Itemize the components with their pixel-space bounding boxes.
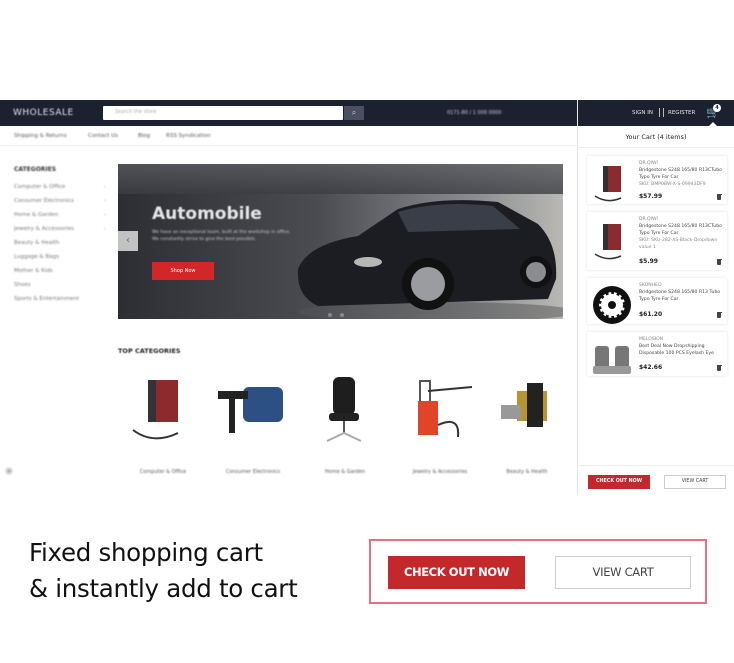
drill-image (218, 387, 283, 433)
site-logo[interactable]: WHOLESALE (13, 108, 74, 118)
trash-icon[interactable] (716, 258, 722, 265)
chevron-right-icon: › (103, 198, 106, 204)
category-item[interactable]: Beauty & Health (14, 240, 106, 254)
phone-number: 0171-80 / 1 000 0000 (447, 110, 502, 116)
checkout-now-button[interactable]: CHECK OUT NOW (388, 556, 525, 589)
promo-caption: Fixed shopping cart & instantly add to c… (29, 535, 298, 607)
cart-footer: CHECK OUT NOW VIEW CART (578, 465, 734, 495)
nav-item-shipping[interactable]: Shipping & Returns (14, 133, 67, 139)
store-screenshot: WHOLESALE Search the store ⌕ 0171-80 / 1… (0, 100, 734, 495)
nav-item-contact[interactable]: Contact Us (88, 133, 118, 139)
main-nav: Shipping & Returns Contact Us Blog RSS S… (0, 126, 577, 146)
slider-dot[interactable] (340, 313, 344, 317)
category-item[interactable]: Jewelry & Accessories › (14, 226, 106, 240)
top-category-item[interactable]: Home & Garden (300, 375, 390, 480)
product-thumbnail (594, 224, 622, 260)
cart-item[interactable]: DR.QIWI Bridgestone S248 165/80 R13CTubo… (587, 156, 727, 204)
shop-now-button[interactable]: Shop Now (152, 262, 214, 280)
pump-image (418, 380, 473, 438)
caption-line-2: & instantly add to cart (29, 574, 298, 603)
chevron-right-icon: › (103, 226, 106, 232)
search-icon: ⌕ (351, 108, 357, 117)
slider-dots (328, 302, 352, 319)
caption-line-1: Fixed shopping cart (29, 538, 263, 567)
search-button[interactable]: ⌕ (344, 106, 364, 120)
cart-item-price: $61.20 (639, 311, 663, 318)
category-item[interactable]: Shoes (14, 282, 106, 296)
welder-image (132, 380, 179, 440)
cart-item-price: $57.99 (639, 193, 663, 200)
product-thumbnail (593, 346, 631, 374)
chair-image (326, 377, 362, 442)
trash-icon[interactable] (716, 364, 722, 371)
slider-dot[interactable] (328, 313, 332, 317)
cart-panel: SIGN IN REGISTER 🛒 4 Your Cart (4 items)… (577, 100, 734, 495)
register-link[interactable]: REGISTER (668, 110, 695, 116)
chat-widget-icon[interactable] (4, 466, 14, 476)
top-category-item[interactable]: Jewelry & Accessories (395, 375, 485, 480)
category-item[interactable]: Mother & Kids (14, 268, 106, 282)
trash-icon[interactable] (716, 193, 722, 200)
cart-count-badge: 4 (713, 104, 721, 112)
chevron-left-icon: ‹ (126, 235, 130, 246)
product-thumbnail (593, 286, 631, 324)
search-input[interactable]: Search the store (103, 106, 343, 120)
search-placeholder: Search the store (115, 109, 157, 115)
cart-item[interactable]: MELOSION Best Deal Now Dropshipping Disp… (587, 332, 727, 376)
cart-title: Your Cart (4 items) (578, 126, 734, 148)
cart-item-price: $5.99 (639, 258, 658, 265)
category-list: Computer & Office › Consumer Electronics ›… (14, 184, 106, 310)
top-category-item[interactable]: Beauty & Health (482, 375, 572, 480)
slider-prev-button[interactable]: ‹ (118, 231, 138, 251)
engine-part-image (501, 383, 547, 427)
category-item[interactable]: Home & Garden › (14, 212, 106, 226)
trash-icon[interactable] (716, 311, 722, 318)
view-cart-button[interactable]: VIEW CART (664, 475, 726, 489)
cart-item-price: $42.66 (639, 364, 663, 371)
product-thumbnail (594, 166, 622, 202)
chevron-right-icon: › (103, 212, 106, 218)
category-item[interactable]: Sports & Entertainment (14, 296, 106, 310)
hero-banner: Automobile We have an exceptional team, … (118, 164, 563, 319)
nav-item-blog[interactable]: Blog (138, 133, 150, 139)
top-category-item[interactable]: Consumer Electronics (208, 375, 298, 480)
top-categories-title: TOP CATEGORIES (118, 347, 181, 355)
button-callout: CHECK OUT NOW VIEW CART (369, 539, 707, 604)
cart-panel-header: SIGN IN REGISTER 🛒 4 (578, 100, 734, 126)
category-item[interactable]: Computer & Office › (14, 184, 106, 198)
view-cart-button-large[interactable]: VIEW CART (555, 556, 691, 589)
cart-item[interactable]: DR.QIWI Bridgestone S248 165/80 R13CTubo… (587, 212, 727, 270)
sign-in-link[interactable]: SIGN IN (632, 110, 653, 116)
hero-title: Automobile (152, 204, 262, 224)
category-item[interactable]: Consumer Electronics › (14, 198, 106, 212)
hero-description: We have an exceptional team, built at th… (152, 230, 291, 242)
cart-item[interactable]: SKONHED Bridgestone S248 165/80 R13 Tubo… (587, 278, 727, 324)
categories-title: CATEGORIES (14, 166, 57, 173)
checkout-button[interactable]: CHECK OUT NOW (588, 475, 650, 489)
nav-item-rss[interactable]: RSS Syndication (166, 133, 211, 139)
chevron-right-icon: › (103, 184, 106, 190)
category-item[interactable]: Luggage & Bags (14, 254, 106, 268)
top-category-item[interactable]: Computer & Office (118, 375, 208, 480)
car-image (297, 200, 563, 319)
